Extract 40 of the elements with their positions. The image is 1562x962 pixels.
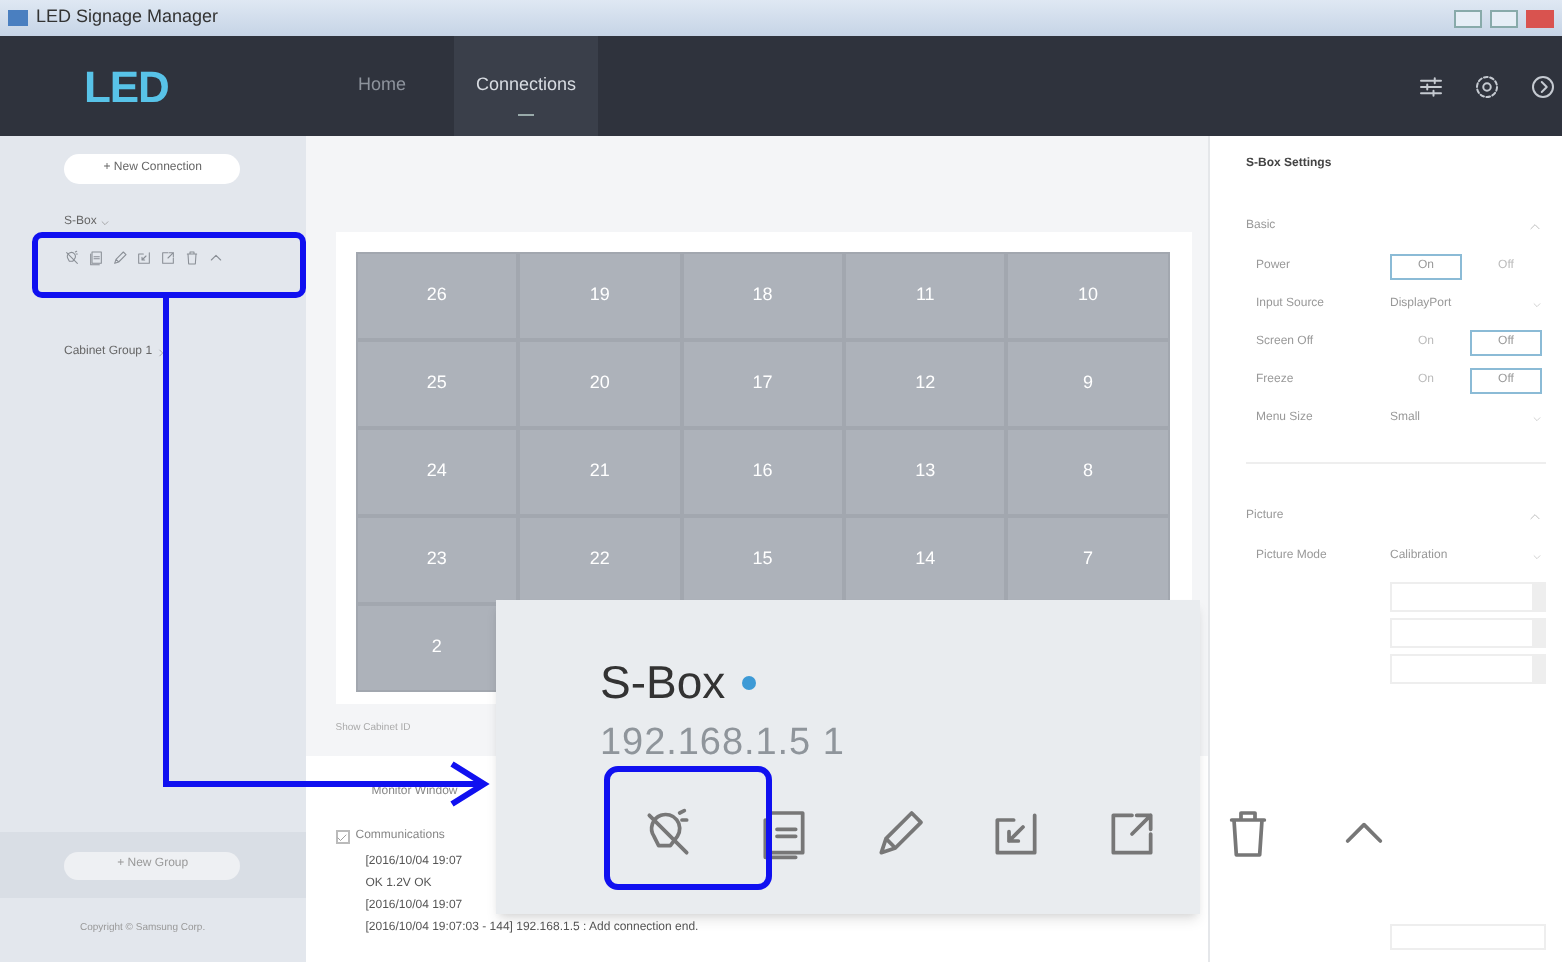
- cabinet-tile[interactable]: 24: [355, 428, 519, 516]
- nav-tab[interactable]: Connections: [454, 36, 598, 136]
- cabinet-tile[interactable]: 18: [681, 252, 844, 340]
- app-icon: [8, 10, 28, 26]
- caret-icon[interactable]: [156, 348, 167, 358]
- bulb-off-icon[interactable]: [64, 250, 80, 266]
- settings-icon[interactable]: [1472, 71, 1502, 101]
- import-icon[interactable]: [136, 250, 152, 266]
- cabinet-tile[interactable]: 11: [843, 252, 1007, 340]
- cabinet-tile[interactable]: 25: [355, 340, 519, 428]
- delete-icon[interactable]: [184, 250, 200, 266]
- export-icon[interactable]: [160, 250, 176, 266]
- communications-checkbox[interactable]: [335, 830, 350, 844]
- cabinet-tile[interactable]: 12: [843, 340, 1007, 428]
- cabinet-tile[interactable]: 8: [1006, 428, 1170, 516]
- ip-address: 192.168.1.5 1: [600, 721, 847, 765]
- close-button[interactable]: [1526, 9, 1554, 27]
- maximize-button[interactable]: [1490, 9, 1518, 27]
- caret-icon: [1532, 552, 1542, 562]
- caret-icon: [1532, 300, 1542, 310]
- cabinet-tile[interactable]: 21: [518, 428, 682, 516]
- cabinet-tile[interactable]: 16: [681, 428, 844, 516]
- cabinet-tile[interactable]: 13: [843, 428, 1007, 516]
- cabinet-tile[interactable]: 9: [1006, 340, 1170, 428]
- logo: LED: [84, 59, 169, 115]
- cabinet-tile[interactable]: 20: [518, 340, 682, 428]
- window-title: LED Signage Manager: [36, 4, 219, 31]
- cabinet-tile[interactable]: 23: [355, 516, 519, 604]
- checkmark-icon: [336, 831, 349, 843]
- caret-icon: [1532, 414, 1542, 424]
- cabinet-tile[interactable]: 19: [518, 252, 682, 340]
- minimize-button[interactable]: [1454, 9, 1482, 27]
- collapse-icon[interactable]: [208, 250, 224, 266]
- cabinet-tile[interactable]: 10: [1006, 252, 1170, 340]
- cabinet-tile[interactable]: 17: [681, 340, 844, 428]
- cabinet-tile[interactable]: 26: [355, 252, 519, 340]
- sliders-icon[interactable]: [1416, 71, 1446, 101]
- edit-icon[interactable]: [112, 250, 128, 266]
- device-name: S-Box: [600, 654, 726, 712]
- nav-tab[interactable]: Home: [310, 36, 454, 136]
